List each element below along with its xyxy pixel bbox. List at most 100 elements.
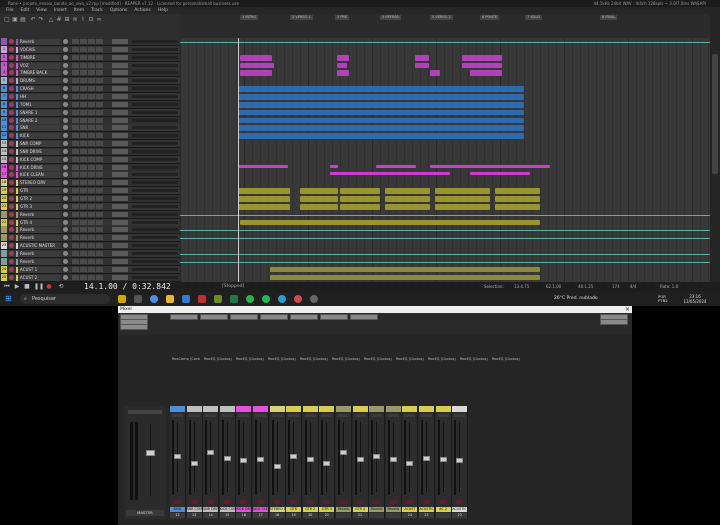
track-button[interactable] (72, 62, 79, 68)
volume-fader[interactable] (273, 464, 281, 469)
timeline-marker[interactable]: 4 REFRÃO (380, 15, 402, 20)
edge-icon[interactable] (278, 295, 286, 303)
chrome-icon[interactable] (150, 295, 158, 303)
fx-button[interactable] (112, 156, 128, 162)
volume-knob[interactable] (63, 125, 68, 131)
track-row[interactable]: 8 TOM1 (0, 100, 180, 109)
track-button[interactable] (96, 70, 103, 76)
volume-fader[interactable] (223, 455, 231, 461)
media-item[interactable] (240, 62, 274, 69)
track-button[interactable] (88, 117, 95, 123)
track-button[interactable] (96, 148, 103, 154)
media-item[interactable] (238, 164, 288, 168)
track-button[interactable] (80, 109, 87, 115)
track-name[interactable]: CRASH (16, 86, 60, 93)
track-name[interactable]: STEREO DRV (16, 180, 60, 187)
selection-end[interactable]: 62.1.00 (546, 284, 561, 290)
volume-knob[interactable] (63, 133, 68, 139)
record-arm-button[interactable] (9, 250, 14, 256)
track-button[interactable] (88, 164, 95, 170)
track-row[interactable]: Reverb (0, 38, 180, 46)
strip-fx-button[interactable] (321, 414, 333, 417)
track-button[interactable] (72, 164, 79, 170)
track-button[interactable] (96, 39, 103, 44)
record-arm-button[interactable] (9, 46, 14, 52)
track-button[interactable] (72, 211, 79, 217)
track-button[interactable] (72, 274, 79, 280)
track-row[interactable]: 16 KICK DRIVE (0, 163, 180, 172)
volume-knob[interactable] (63, 250, 68, 256)
pan-knob[interactable] (240, 500, 248, 504)
track-button[interactable] (80, 70, 87, 76)
track-button[interactable] (72, 78, 79, 84)
volume-fader[interactable] (306, 457, 314, 462)
media-item[interactable] (495, 188, 540, 194)
track-name[interactable]: KICK COMP (16, 156, 60, 163)
track-row[interactable]: 4 TIMBRE BACK (0, 69, 180, 78)
pan-knob[interactable] (439, 500, 447, 504)
track-button[interactable] (72, 180, 79, 186)
volume-knob[interactable] (63, 266, 68, 272)
track-button[interactable] (72, 54, 79, 60)
fx-button[interactable] (112, 243, 128, 249)
track-name[interactable]: DRUMS (16, 78, 60, 85)
track-button[interactable] (72, 266, 79, 272)
scroll-thumb[interactable] (712, 54, 718, 174)
track-button[interactable] (72, 250, 79, 256)
record-arm-button[interactable] (9, 54, 14, 60)
volume-fader[interactable] (240, 458, 248, 464)
track-name[interactable]: Reverb (16, 235, 60, 242)
play-icon[interactable]: ▶ (14, 284, 20, 290)
fx-button[interactable] (112, 219, 128, 225)
volume-fader[interactable] (290, 453, 298, 459)
channel-strip[interactable]: GTR 3 21 (319, 406, 336, 519)
track-name[interactable]: KICK (16, 133, 60, 140)
strip-fx-button[interactable] (271, 414, 283, 417)
media-item[interactable] (376, 164, 416, 168)
track-button[interactable] (88, 62, 95, 68)
track-button[interactable] (88, 78, 95, 84)
volume-knob[interactable] (63, 93, 68, 99)
track-button[interactable] (88, 39, 95, 44)
track-name[interactable]: ACUST 2 (16, 274, 60, 281)
track-button[interactable] (80, 164, 87, 170)
pan-knob[interactable] (406, 500, 414, 504)
fx-button[interactable] (112, 235, 128, 241)
fx-button[interactable] (112, 188, 128, 194)
media-item[interactable] (337, 62, 347, 69)
track-row[interactable]: Reverb (0, 257, 180, 266)
undo-icon[interactable]: ↶ (30, 17, 36, 23)
track-row[interactable]: 6 CRASH (0, 85, 180, 94)
media-item[interactable] (270, 266, 540, 273)
timeline-marker[interactable]: 3 PRE (335, 15, 350, 20)
track-button[interactable] (96, 250, 103, 256)
track-button[interactable] (72, 196, 79, 201)
track-button[interactable] (72, 243, 79, 249)
strip-fx-button[interactable] (304, 414, 316, 417)
media-item[interactable] (330, 164, 338, 168)
track-button[interactable] (88, 93, 95, 99)
track-row[interactable]: 11 SNR (0, 124, 180, 133)
record-arm-button[interactable] (9, 62, 14, 68)
menu-item-file[interactable]: File (6, 8, 14, 13)
fx-button[interactable] (112, 86, 128, 92)
timeline-marker[interactable]: 8 FINAL (600, 15, 618, 20)
strip-fx-button[interactable] (387, 414, 399, 417)
volume-fader[interactable] (373, 453, 381, 459)
volume-fader[interactable] (423, 455, 430, 461)
track-button[interactable] (80, 188, 87, 194)
track-button[interactable] (72, 39, 79, 44)
media-item[interactable] (238, 188, 290, 194)
track-button[interactable] (72, 172, 79, 178)
envelope-icon[interactable]: ⌇ (80, 17, 86, 23)
track-button[interactable] (96, 46, 103, 52)
track-name[interactable]: ACUST 1 (16, 266, 60, 273)
fx-button[interactable] (112, 39, 128, 44)
track-name[interactable]: ACUSTIC MASTER (16, 243, 60, 250)
media-item[interactable] (270, 274, 540, 281)
record-arm-button[interactable] (9, 258, 14, 264)
track-button[interactable] (96, 274, 103, 280)
media-item[interactable] (240, 70, 272, 77)
grid-icon[interactable]: # (56, 17, 62, 23)
track-name[interactable]: SNARE 2 (16, 117, 60, 124)
